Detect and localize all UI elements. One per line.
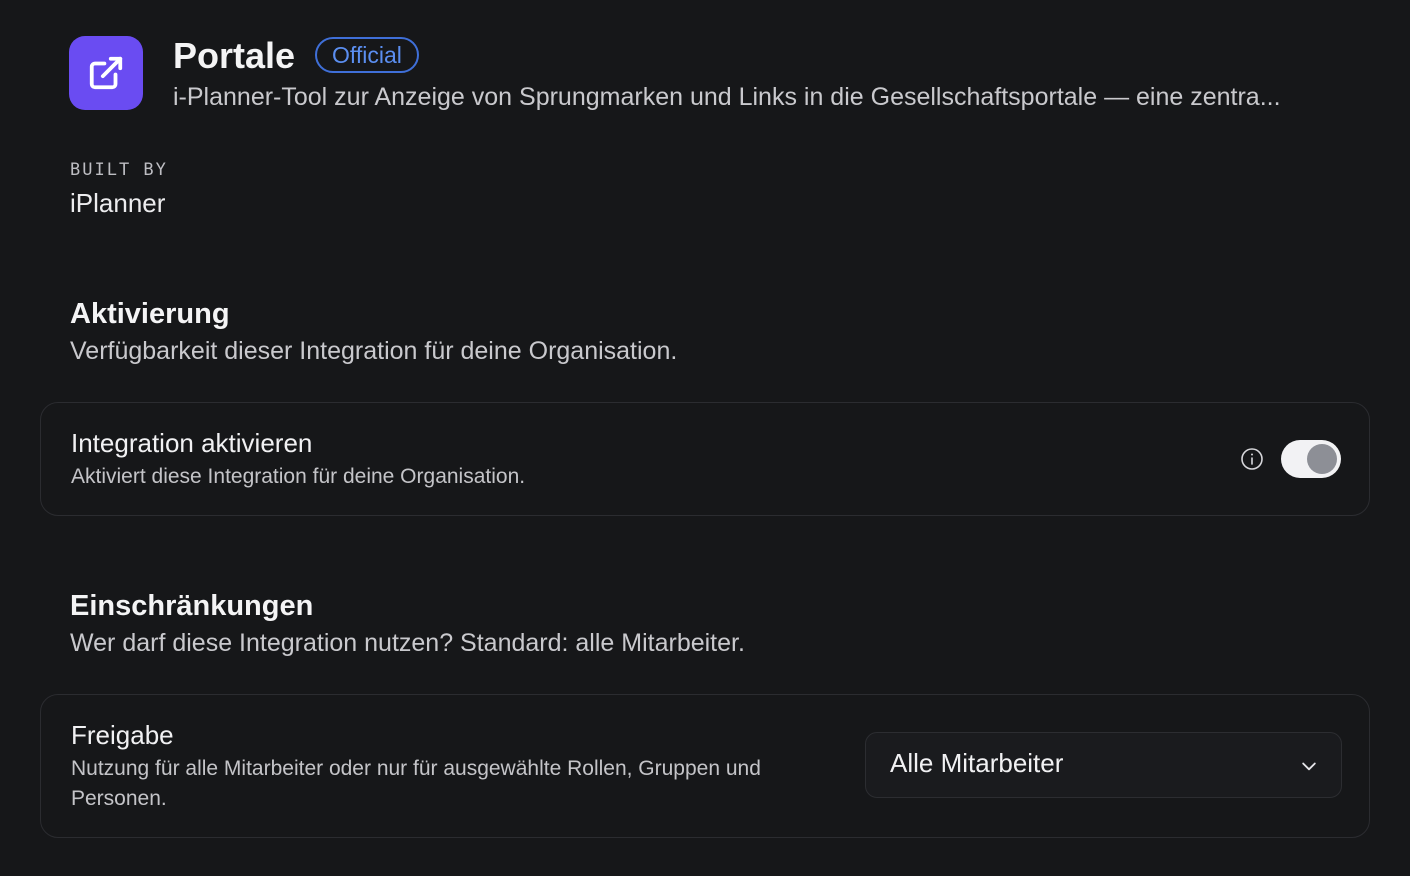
integration-description: i-Planner-Tool zur Anzeige von Sprungmar… [173, 83, 1281, 111]
restrictions-setting-label: Freigabe [71, 720, 174, 750]
built-by-label: BUILT BY [70, 160, 168, 180]
access-select[interactable]: Alle Mitarbeiter [865, 732, 1342, 798]
restrictions-setting-description: Nutzung für alle Mitarbeiter oder nur fü… [71, 757, 761, 810]
built-by-value: iPlanner [70, 188, 166, 218]
chevron-down-icon [1299, 756, 1319, 776]
access-select-value: Alle Mitarbeiter [890, 748, 1064, 778]
page-title: Portale [173, 35, 296, 76]
restrictions-section-subtitle: Wer darf diese Integration nutzen? Stand… [70, 629, 745, 657]
activation-setting-label: Integration aktivieren [71, 428, 313, 458]
integration-detail-page: Portale Official i-Planner-Tool zur Anze… [0, 0, 1410, 876]
restrictions-section-title: Einschränkungen [70, 590, 314, 622]
external-link-icon [69, 36, 143, 110]
activation-card: Integration aktivieren Aktiviert diese I… [40, 402, 1370, 516]
official-badge: Official [315, 37, 419, 73]
toggle-knob [1307, 444, 1337, 474]
activation-setting-description: Aktiviert diese Integration für deine Or… [71, 465, 526, 488]
info-icon[interactable] [1240, 447, 1264, 471]
restrictions-card: Freigabe Nutzung für alle Mitarbeiter od… [40, 694, 1370, 838]
integration-toggle[interactable] [1281, 440, 1341, 478]
activation-section-title: Aktivierung [70, 298, 230, 330]
activation-section-subtitle: Verfügbarkeit dieser Integration für dei… [70, 337, 678, 365]
